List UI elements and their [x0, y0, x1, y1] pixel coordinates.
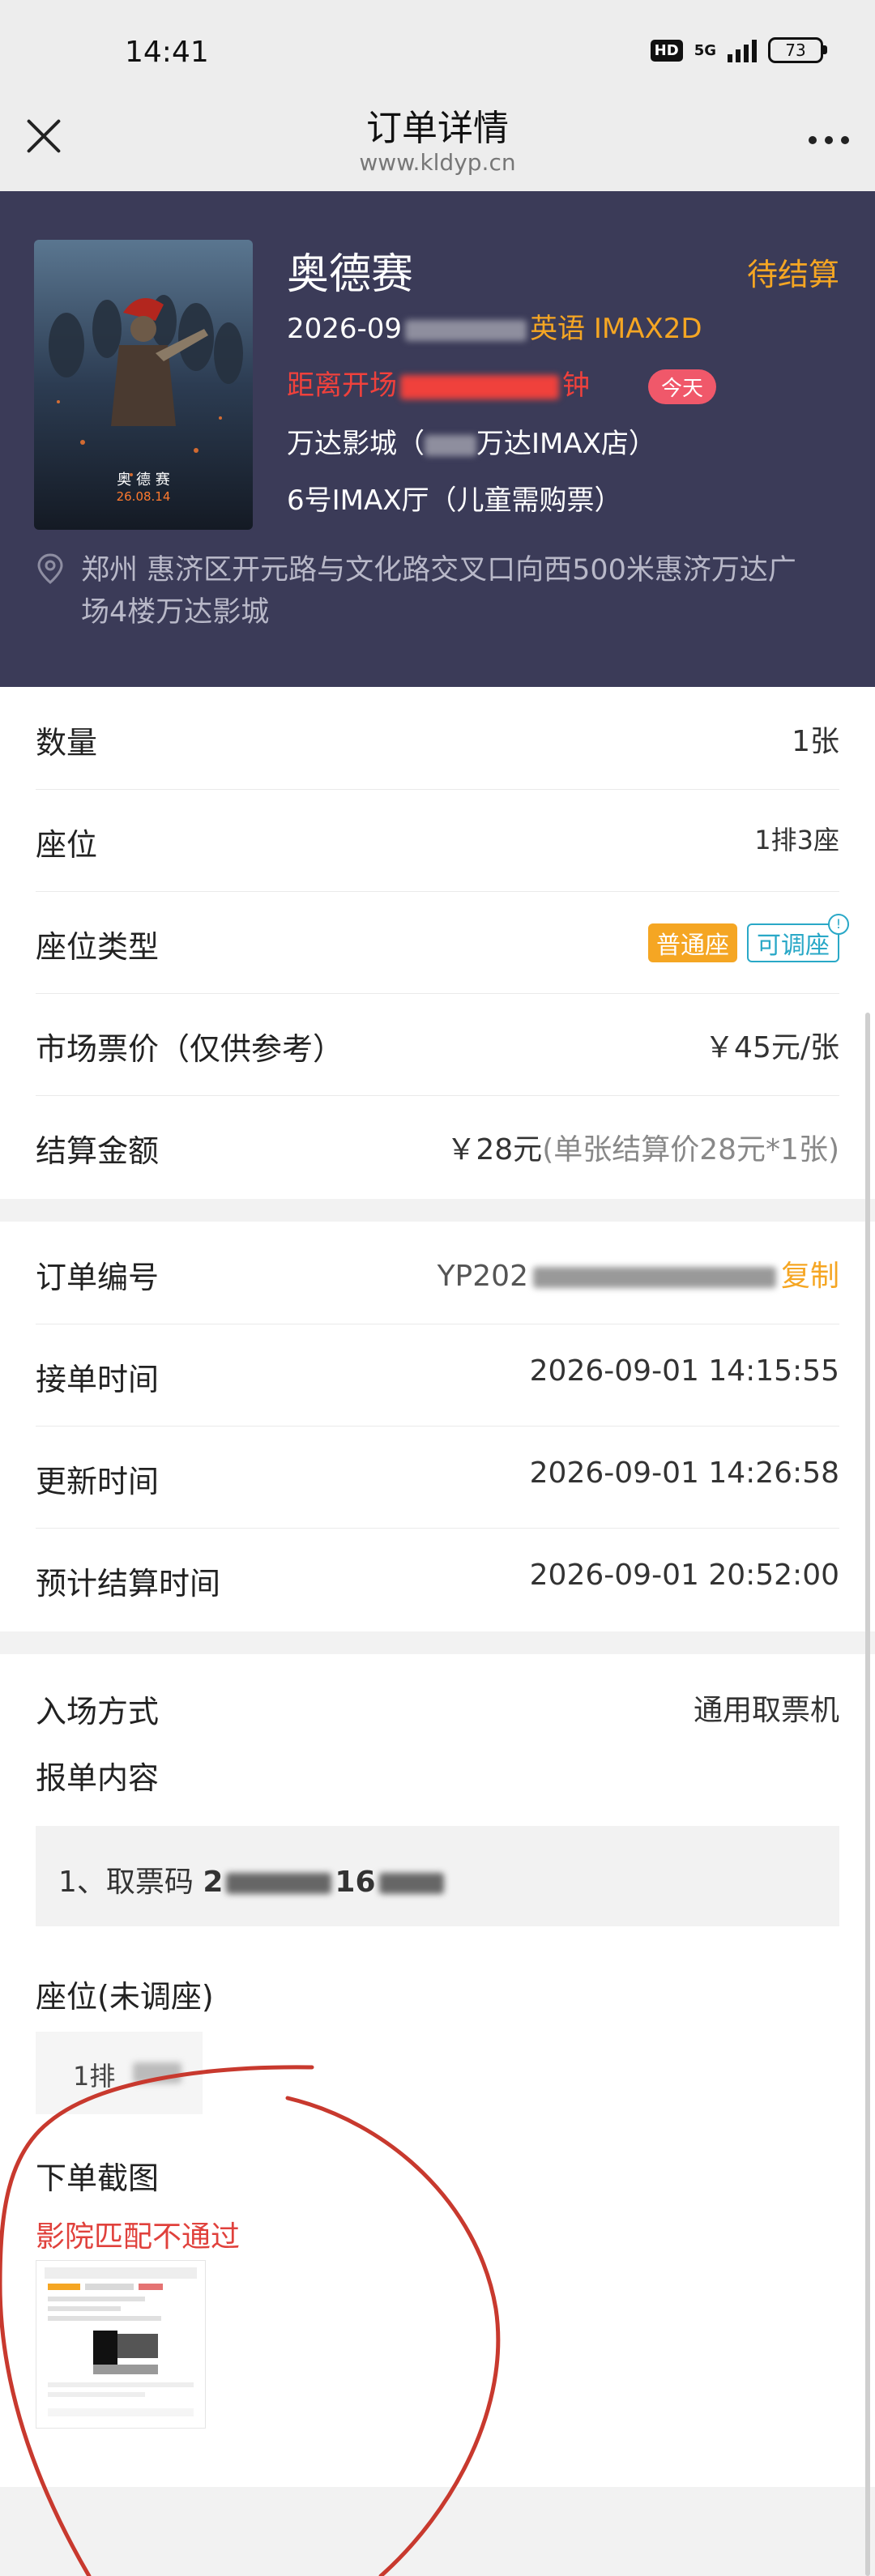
title-bar: 14:41 HD 5G 73 订单详情 www.kldyp.cn: [0, 0, 875, 191]
seat-chip-text: 1排: [73, 2061, 116, 2092]
poster-date: 26.08.14: [117, 489, 171, 504]
hall-name: 6号IMAX厅（儿童需购票）: [287, 484, 622, 517]
seat-adjustable-badge[interactable]: 可调座!: [747, 914, 849, 962]
seat-type-value: 普通座 可调座!: [648, 914, 849, 962]
cinema-suffix: 万达IMAX店）: [476, 428, 656, 460]
hd-icon: HD: [650, 39, 683, 62]
section-divider: [0, 1199, 875, 1222]
ticket-code-part-b: 16: [335, 1866, 376, 1899]
movie-poster[interactable]: 奥 德 赛 26.08.14: [34, 240, 253, 530]
page-title: 订单详情: [366, 108, 509, 149]
report-content-label: 报单内容: [36, 1760, 160, 1796]
scrollbar[interactable]: [865, 1013, 870, 2576]
footer-area: [0, 2487, 875, 2576]
seat-type-row: 座位类型 普通座 可调座!: [36, 891, 849, 994]
movie-header: 奥 德 赛 26.08.14 奥德赛 待结算 2026-09 英语 IMAX2D …: [0, 191, 875, 687]
market-price-value: ￥45元/张: [705, 1031, 839, 1064]
quantity-label: 数量: [36, 725, 98, 761]
show-date: 2026-09: [287, 313, 403, 345]
entry-method-value: 通用取票机: [693, 1694, 839, 1727]
settle-amount-value: ￥28元(单张结算价28元*1张): [446, 1126, 839, 1168]
update-time-label: 更新时间: [36, 1464, 160, 1499]
settle-amount-row: 结算金额 ￥28元(单张结算价28元*1张): [36, 1095, 839, 1197]
network-label: 5G: [694, 41, 716, 59]
settle-amount: ￥28元: [446, 1133, 543, 1166]
order-screenshot-thumbnail[interactable]: [36, 2260, 206, 2429]
show-time: 2026-09 英语 IMAX2D: [287, 306, 702, 346]
market-price-label: 市场票价（仅供参考）: [36, 1031, 344, 1067]
market-price-row: 市场票价（仅供参考） ￥45元/张: [36, 993, 839, 1096]
status-time: 14:41: [125, 36, 209, 69]
order-status: 待结算: [746, 257, 839, 292]
seat-label: 座位: [36, 827, 98, 863]
cinema-prefix: 万达影城（: [287, 428, 425, 460]
countdown-prefix: 距离开场: [287, 369, 397, 402]
order-no: YP202: [437, 1260, 528, 1293]
seat-adjustable-label: 可调座: [757, 932, 830, 960]
update-time-value: 2026-09-01 14:26:58: [529, 1456, 839, 1490]
ticket-code-part-a: 2: [203, 1866, 224, 1899]
page-url: www.kldyp.cn: [359, 149, 516, 176]
today-badge: 今天: [648, 369, 717, 404]
quantity-value: 1张: [792, 725, 839, 758]
order-no-value: YP202 复制: [438, 1252, 839, 1294]
accept-time-row: 接单时间 2026-09-01 14:15:55: [36, 1324, 839, 1427]
update-time-row: 更新时间 2026-09-01 14:26:58: [36, 1426, 839, 1529]
battery-level: 73: [785, 41, 806, 60]
seat-unadjusted-label: 座位(未调座): [36, 1979, 214, 2015]
accept-time-label: 接单时间: [36, 1362, 160, 1397]
more-icon[interactable]: [809, 136, 849, 144]
settle-time-label: 预计结算时间: [36, 1566, 221, 1601]
poster-title: 奥 德 赛: [117, 471, 169, 488]
location-icon: [37, 553, 63, 584]
settle-time-row: 预计结算时间 2026-09-01 20:52:00: [36, 1528, 839, 1630]
settle-time-value: 2026-09-01 20:52:00: [529, 1559, 839, 1592]
cinema-name: 万达影城（ 万达IMAX店）: [287, 421, 656, 461]
countdown-suffix: 钟: [562, 369, 590, 402]
ticket-code-box: 1、取票码 2 16: [36, 1826, 839, 1926]
battery-icon: 73: [768, 37, 827, 63]
countdown: 距离开场 钟: [287, 363, 590, 403]
quantity-row: 数量 1张: [36, 687, 839, 790]
seat-normal-badge: 普通座: [648, 923, 737, 962]
accept-time-value: 2026-09-01 14:15:55: [529, 1354, 839, 1388]
ticket-code-prefix: 1、取票码: [58, 1866, 194, 1899]
section-divider: [0, 1631, 875, 1654]
signal-icon: [728, 38, 757, 62]
seat-row: 座位 1排3座: [36, 789, 839, 892]
order-no-row: 订单编号 YP202 复制: [36, 1222, 839, 1324]
status-icons: HD 5G 73: [650, 37, 827, 63]
copy-button[interactable]: 复制: [781, 1260, 839, 1293]
order-screenshot-label: 下单截图: [36, 2160, 160, 2196]
seat-value: 1排3座: [754, 825, 839, 855]
settle-amount-note: (单张结算价28元*1张): [542, 1133, 839, 1166]
info-icon[interactable]: !: [828, 914, 849, 935]
seat-chip: 1排: [36, 2032, 203, 2114]
movie-title: 奥德赛: [287, 250, 414, 299]
order-no-label: 订单编号: [36, 1260, 160, 1295]
venue-mismatch-warning: 影院匹配不通过: [36, 2220, 241, 2254]
entry-method-label: 入场方式: [36, 1694, 160, 1729]
ticket-code: 1、取票码 2 16: [58, 1858, 444, 1900]
settle-amount-label: 结算金额: [36, 1133, 160, 1169]
show-language: 英语 IMAX2D: [530, 313, 702, 345]
cinema-address: 郑州 惠济区开元路与文化路交叉口向西500米惠济万达广场4楼万达影城: [81, 554, 796, 629]
seat-type-label: 座位类型: [36, 929, 160, 965]
